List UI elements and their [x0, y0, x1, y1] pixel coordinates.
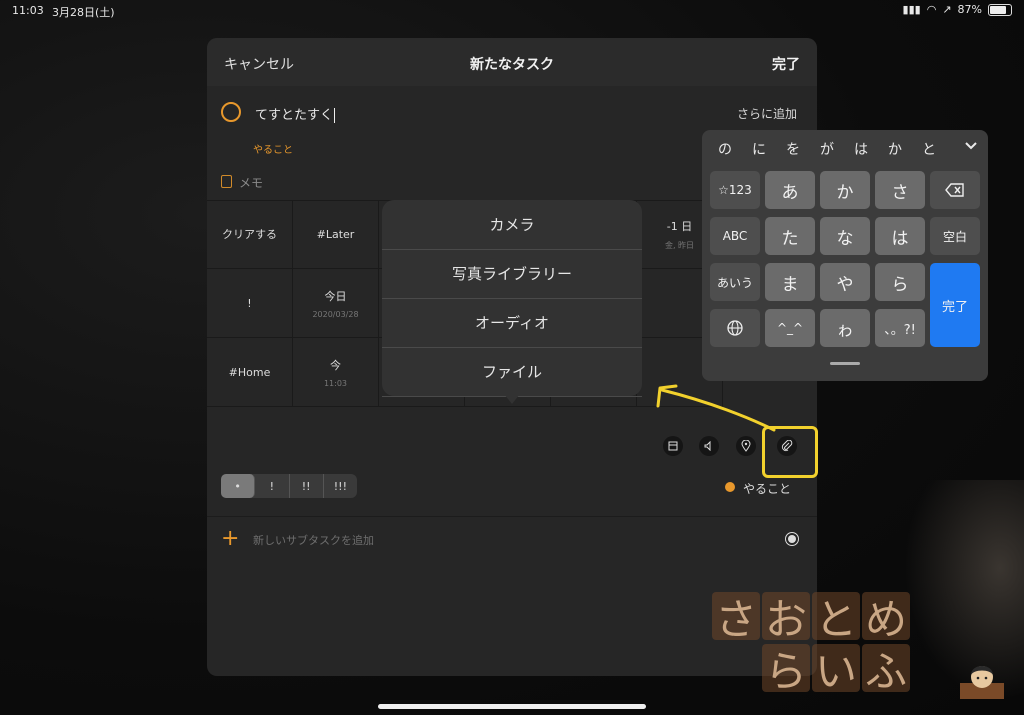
camera-option[interactable]: カメラ [382, 200, 642, 250]
key-ma[interactable]: ま [765, 263, 815, 301]
wifi-icon: ◠ [926, 3, 937, 16]
divider [207, 516, 817, 517]
priority-label: ! [247, 296, 252, 310]
globe-icon [727, 320, 743, 336]
watermark-char: さ [712, 592, 760, 644]
clear-label: クリアする [222, 228, 277, 241]
today-date: 2020/03/28 [312, 309, 359, 319]
add-subtask-icon[interactable]: + [221, 526, 239, 551]
key-punct[interactable]: 、。?! [875, 309, 925, 347]
watermark-char: い [812, 644, 860, 696]
home-indicator[interactable] [378, 704, 646, 709]
subtask-input[interactable]: 新しいサブタスクを追加 [253, 532, 374, 548]
delete-icon [945, 183, 964, 197]
minus-one-day-sub: 金, 昨日 [664, 240, 695, 250]
candidate[interactable]: の [708, 139, 742, 159]
priority-medium[interactable]: !! [290, 474, 324, 498]
task-name-text: てすとたすく [255, 108, 334, 123]
space-key[interactable]: 空白 [930, 217, 980, 255]
key-wa[interactable]: ゎ [820, 309, 870, 347]
popover-arrow [504, 394, 520, 404]
watermark-char: ら [762, 644, 810, 696]
clear-cell[interactable]: クリアする [207, 200, 293, 269]
watermark-char: お [762, 592, 810, 644]
tag-later-label: #Later [316, 227, 355, 241]
key-numbers[interactable]: ☆123 [710, 171, 760, 209]
key-ra[interactable]: ら [875, 263, 925, 301]
candidate[interactable]: に [742, 139, 776, 159]
memo-icon [221, 175, 232, 188]
status-date: 3月28日(土) [52, 6, 115, 19]
priority-selector[interactable]: • ! !! !!! [221, 474, 357, 498]
sheet-title: 新たなタスク [470, 57, 554, 73]
watermark-char: と [812, 592, 860, 644]
key-na[interactable]: な [820, 217, 870, 255]
arrow-annotation [656, 384, 776, 432]
candidate-bar: の に を が は か と [702, 130, 994, 168]
today-cell[interactable]: 今日 2020/03/28 [293, 269, 379, 338]
key-face[interactable]: ^_^ [765, 309, 815, 347]
priority-cell[interactable]: ! [207, 269, 293, 338]
memo-field[interactable]: メモ [239, 174, 263, 191]
nav-bar: キャンセル 新たなタスク 完了 [207, 38, 817, 86]
attachment-popover: カメラ 写真ライブラリー オーディオ ファイル [382, 200, 642, 404]
photo-icon[interactable] [663, 436, 683, 456]
key-ha[interactable]: は [875, 217, 925, 255]
done-button[interactable]: 完了 [772, 54, 800, 74]
list-color-dot [725, 482, 735, 492]
subtask-radio[interactable] [785, 532, 799, 546]
charging-icon: ↗ [942, 3, 952, 16]
status-bar: 11:03 3月28日(土) ▮▮▮ ◠ ↗ 87% [0, 0, 1024, 20]
task-name-input[interactable]: てすとたすく [255, 104, 336, 123]
keyboard-done-key[interactable]: 完了 [930, 263, 980, 347]
key-sa[interactable]: さ [875, 171, 925, 209]
speaker-icon[interactable] [699, 436, 719, 456]
tag-later-cell[interactable]: #Later [293, 200, 379, 269]
file-option[interactable]: ファイル [382, 347, 642, 397]
add-more-button[interactable]: さらに追加 [737, 105, 797, 122]
key-kana[interactable]: あいう [710, 263, 760, 301]
keyboard-handle[interactable] [830, 362, 860, 365]
key-abc[interactable]: ABC [710, 217, 760, 255]
candidate[interactable]: と [912, 139, 946, 159]
tag-home-cell[interactable]: #Home [207, 338, 293, 407]
priority-low[interactable]: ! [255, 474, 290, 498]
candidate[interactable]: が [810, 139, 844, 159]
key-ta[interactable]: た [765, 217, 815, 255]
watermark-avatar-icon [960, 666, 1004, 699]
key-ya[interactable]: や [820, 263, 870, 301]
key-ka[interactable]: か [820, 171, 870, 209]
priority-none[interactable]: • [221, 474, 256, 498]
now-cell[interactable]: 今 11:03 [293, 338, 379, 407]
status-right: ▮▮▮ ◠ ↗ 87% [903, 3, 1012, 16]
signal-icon: ▮▮▮ [902, 3, 921, 16]
today-label: 今日 [324, 289, 347, 303]
candidate[interactable]: か [878, 139, 912, 159]
tag-home-label: #Home [228, 365, 271, 379]
location-icon[interactable] [736, 436, 756, 456]
watermark-char: め [862, 592, 910, 644]
japanese-keyboard: の に を が は か と ☆123 あ か さ ABC た な は 空白 あい… [702, 130, 988, 381]
key-a[interactable]: あ [765, 171, 815, 209]
delete-key[interactable] [930, 171, 980, 209]
chevron-down-icon[interactable] [964, 141, 978, 151]
audio-option[interactable]: オーディオ [382, 298, 642, 348]
list-selector[interactable]: やること [743, 480, 791, 497]
list-tag[interactable]: やること [253, 141, 293, 156]
candidate[interactable]: を [776, 139, 810, 159]
battery-percent: 87% [957, 3, 982, 16]
now-time: 11:03 [323, 378, 348, 388]
globe-key[interactable] [710, 309, 760, 347]
now-label: 今 [330, 358, 341, 372]
battery-icon [988, 3, 1012, 16]
text-caret [334, 108, 336, 123]
minus-one-day-label: -1 日 [666, 219, 693, 233]
candidate[interactable]: は [844, 139, 878, 159]
priority-high[interactable]: !!! [324, 474, 357, 498]
task-complete-checkbox[interactable] [221, 102, 241, 122]
photo-library-option[interactable]: 写真ライブラリー [382, 249, 642, 299]
watermark-char: ふ [862, 644, 910, 696]
status-time: 11:03 [12, 4, 44, 17]
